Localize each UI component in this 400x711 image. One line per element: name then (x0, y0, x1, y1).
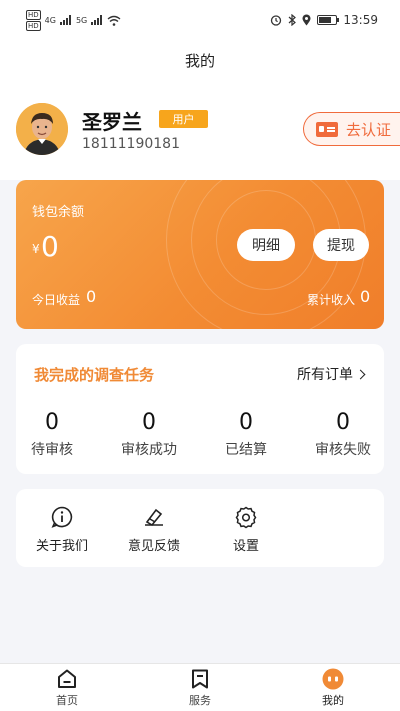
tab-bar: 首页 服务 我的 (0, 663, 400, 711)
stat-failed[interactable]: 0 审核失败 (297, 410, 389, 459)
tab-mine[interactable]: 我的 (298, 668, 368, 708)
network-label: 4G (44, 15, 56, 25)
profile-icon (322, 668, 344, 690)
signal-icon (91, 15, 103, 25)
bluetooth-icon (289, 14, 297, 26)
role-badge: 用户 (159, 110, 208, 128)
status-bar: HD HD 4G 5G 13:59 (0, 0, 400, 40)
tab-label: 我的 (322, 694, 344, 707)
menu-label: 意见反馈 (127, 539, 180, 554)
menu-label: 设置 (232, 539, 259, 554)
all-orders-label: 所有订单 (297, 367, 353, 383)
stat-value: 0 (45, 410, 59, 435)
clock: 13:59 (343, 13, 378, 27)
wallet-card: 钱包余额 ¥ 0 明细 提现 今日收益 0 累计收入 0 (16, 180, 384, 329)
total-income-value: 0 (360, 287, 371, 306)
alarm-icon (271, 15, 282, 26)
stat-label: 审核成功 (121, 442, 177, 458)
all-orders-link[interactable]: 所有订单 (297, 364, 366, 384)
stat-settled[interactable]: 0 已结算 (200, 410, 292, 459)
avatar-image (16, 103, 68, 155)
function-menu: 关于我们 意见反馈 设置 (16, 489, 384, 567)
tab-service[interactable]: 服务 (165, 668, 235, 708)
status-bar-right: 13:59 (270, 13, 378, 27)
stat-label: 待审核 (31, 442, 73, 458)
stat-pending[interactable]: 0 待审核 (6, 410, 98, 459)
wallet-label: 钱包余额 (32, 205, 85, 220)
chevron-right-icon (355, 369, 366, 379)
menu-settings[interactable]: 设置 (208, 505, 284, 554)
verify-label: 去认证 (346, 120, 392, 139)
tab-label: 服务 (189, 694, 211, 707)
user-name: 圣罗兰 (82, 110, 142, 134)
menu-label: 关于我们 (35, 539, 88, 554)
user-phone: 18111190181 (82, 136, 180, 152)
stat-label: 已结算 (225, 442, 267, 458)
nav-bar: 我的 (0, 40, 400, 80)
battery-icon (317, 15, 340, 25)
avatar[interactable] (16, 103, 68, 155)
wallet-balance: 0 (41, 230, 59, 263)
signal-icon (59, 15, 71, 25)
gear-icon (235, 506, 257, 529)
verify-button[interactable]: 去认证 (303, 112, 400, 146)
page-title: 我的 (184, 51, 215, 70)
menu-about-us[interactable]: 关于我们 (24, 505, 100, 554)
tasks-title: 我完成的调查任务 (34, 366, 155, 384)
feedback-icon (145, 508, 163, 527)
today-income-label: 今日收益 (32, 293, 81, 307)
id-card-icon (316, 121, 338, 137)
network-label-2: 5G (75, 15, 88, 25)
tab-home[interactable]: 首页 (32, 668, 102, 708)
status-bar-left: HD HD 4G 5G (26, 9, 121, 31)
stat-label: 审核失败 (315, 442, 371, 458)
wifi-icon (107, 15, 121, 26)
info-icon (51, 506, 73, 528)
today-income-value: 0 (86, 287, 97, 306)
hd-badge: HD (26, 9, 41, 20)
withdraw-button[interactable]: 提现 (313, 229, 369, 261)
tab-label: 首页 (56, 694, 78, 707)
currency-symbol: ¥ (32, 242, 40, 256)
bookmark-icon (192, 669, 208, 689)
stat-value: 0 (142, 410, 156, 435)
total-income-label: 累计收入 (307, 293, 356, 307)
location-icon (302, 14, 311, 26)
stat-value: 0 (336, 410, 350, 435)
detail-button[interactable]: 明细 (237, 229, 295, 261)
survey-tasks-card: 我完成的调查任务 所有订单 0 待审核 0 审核成功 0 已结算 0 审核失败 (16, 344, 384, 474)
hd-badge: HD (26, 20, 41, 31)
stat-approved[interactable]: 0 审核成功 (103, 410, 195, 459)
home-icon (58, 669, 76, 688)
menu-feedback[interactable]: 意见反馈 (116, 505, 192, 554)
stat-value: 0 (239, 410, 253, 435)
